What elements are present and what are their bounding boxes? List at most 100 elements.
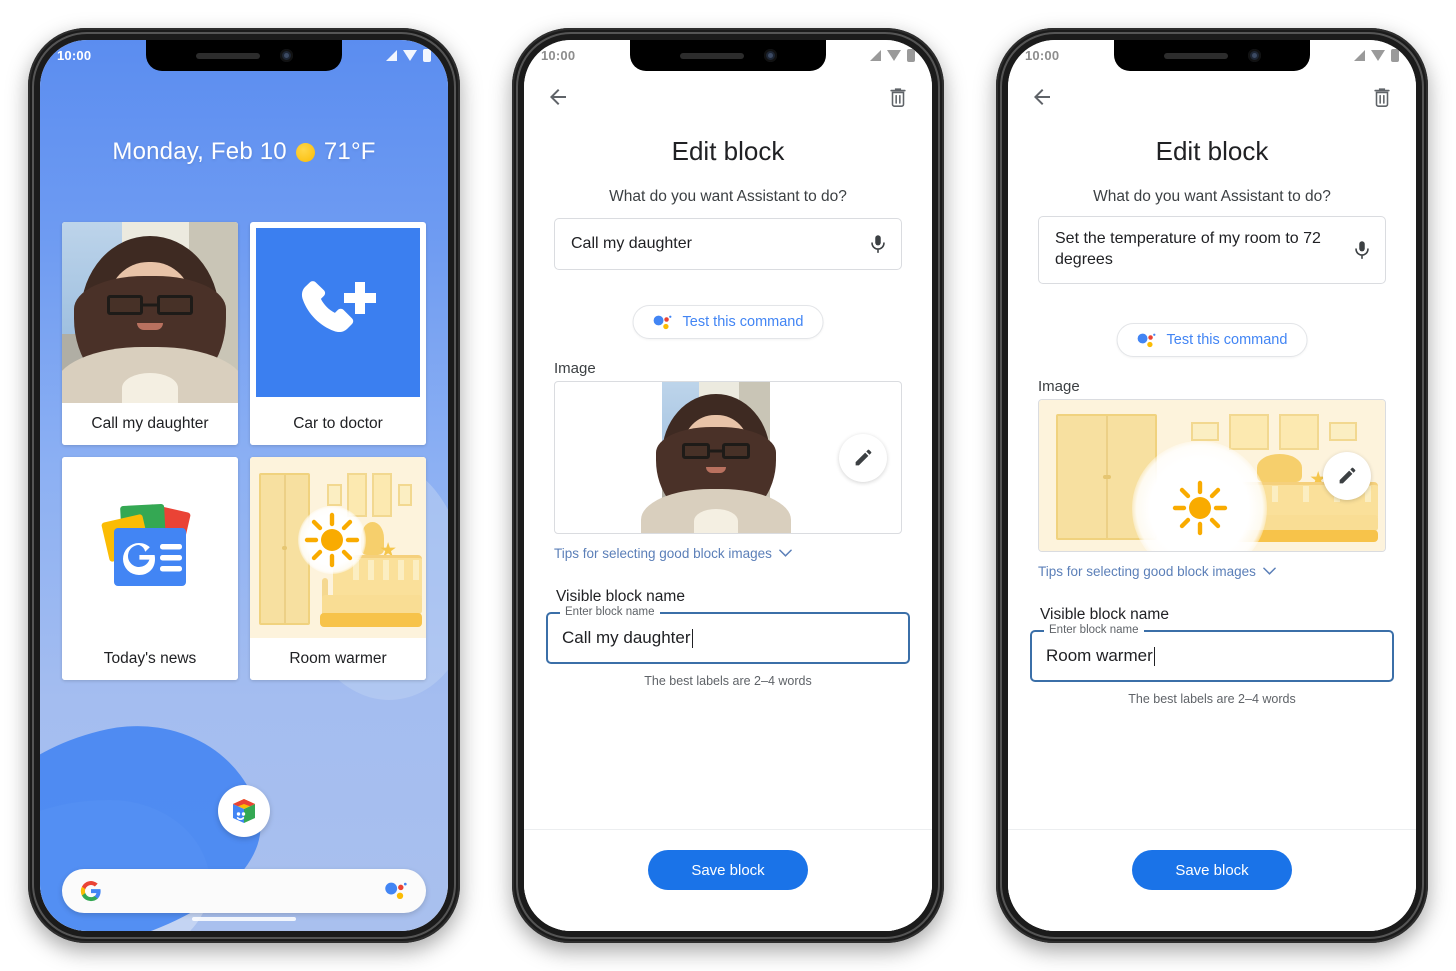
photo-shirt [122, 373, 178, 403]
assistant-icon [653, 315, 672, 329]
bottom-action-bar: Save block [524, 829, 932, 931]
block-name-helper-text: The best labels are 2–4 words [644, 674, 812, 688]
visible-block-name-label: Visible block name [556, 588, 685, 605]
signal-icon [870, 50, 881, 61]
blocks-app-icon[interactable] [218, 785, 270, 837]
card-label: Room warmer [250, 638, 426, 680]
assistant-prompt-label: What do you want Assistant to do? [609, 188, 847, 205]
sun-icon [1172, 481, 1228, 536]
app-toolbar [1008, 71, 1416, 123]
chevron-down-icon [779, 549, 792, 557]
status-time: 10:00 [57, 48, 92, 63]
battery-icon [907, 49, 915, 62]
image-section-label: Image [554, 360, 596, 377]
block-name-input[interactable]: Enter block name Call my daughter [546, 606, 910, 664]
trash-icon[interactable] [882, 81, 914, 113]
block-name-helper-text: The best labels are 2–4 words [1128, 692, 1296, 706]
test-command-button[interactable]: Test this command [1116, 323, 1308, 357]
text-caret [1153, 646, 1156, 666]
block-card-todays-news[interactable]: Today's news [62, 457, 238, 680]
signal-icon [386, 50, 397, 61]
sun-icon [304, 512, 360, 568]
card-media [250, 222, 426, 403]
app-toolbar [524, 71, 932, 123]
phone-home-screen: 10:00 Monday, Feb 10 71°F Call my daught… [28, 28, 460, 943]
display-notch [630, 40, 826, 71]
chevron-down-icon [1263, 567, 1276, 575]
status-icons [1354, 49, 1399, 62]
edit-block-page-2: 10:00 Edit block What do you want Assist… [524, 40, 932, 931]
block-image-preview[interactable] [1038, 399, 1386, 552]
trash-icon[interactable] [1366, 81, 1398, 113]
back-arrow-icon[interactable] [542, 81, 574, 113]
block-card-car-to-doctor[interactable]: Car to doctor [250, 222, 426, 445]
image-section-label: Image [1038, 378, 1080, 395]
block-card-call-my-daughter[interactable]: Call my daughter [62, 222, 238, 445]
front-camera [1247, 49, 1261, 62]
test-command-button[interactable]: Test this command [632, 305, 824, 339]
assistant-icon[interactable] [384, 881, 408, 901]
google-news-icon [101, 503, 191, 586]
bottom-action-bar: Save block [1008, 829, 1416, 931]
assistant-command-input[interactable]: Set the temperature of my room to 72 deg… [1038, 216, 1386, 284]
test-command-label: Test this command [682, 314, 804, 330]
microphone-icon[interactable] [867, 233, 889, 255]
block-name-value: Call my daughter [562, 628, 691, 647]
block-card-room-warmer[interactable]: Room warmer [250, 457, 426, 680]
sun-glow [297, 505, 367, 575]
blocks-cube-icon [233, 799, 255, 823]
status-icons [386, 49, 431, 62]
wifi-icon [887, 50, 901, 61]
block-name-float-label: Enter block name [1044, 624, 1144, 636]
display-notch [1114, 40, 1310, 71]
save-block-button[interactable]: Save block [648, 850, 808, 890]
block-name-value: Room warmer [1046, 646, 1153, 665]
block-card-grid: Call my daughter Car to doctor Today's n… [62, 222, 426, 680]
tips-link[interactable]: Tips for selecting good block images [1038, 564, 1276, 579]
tips-label: Tips for selecting good block images [1038, 564, 1256, 579]
screenshot-stage: 10:00 Monday, Feb 10 71°F Call my daught… [0, 0, 1456, 971]
tips-link[interactable]: Tips for selecting good block images [554, 546, 792, 561]
assistant-icon [1137, 333, 1156, 347]
block-image-preview[interactable] [554, 381, 902, 534]
room-lamp [1257, 454, 1302, 482]
display-notch [146, 40, 342, 71]
photo-woman [62, 222, 238, 403]
home-indicator[interactable] [192, 917, 296, 921]
card-media [250, 457, 426, 638]
screen-2: 10:00 Edit block What do you want Assist… [524, 40, 932, 931]
back-arrow-icon[interactable] [1026, 81, 1058, 113]
phone-plus-icon [301, 280, 376, 332]
assistant-prompt-label: What do you want Assistant to do? [1093, 188, 1331, 205]
sun-icon [295, 142, 315, 162]
room-illustration [250, 457, 426, 638]
card-label: Call my daughter [62, 403, 238, 445]
weather-temperature: 71°F [323, 138, 376, 165]
wifi-icon [403, 50, 417, 61]
assistant-command-value: Set the temperature of my room to 72 deg… [1055, 230, 1321, 268]
photo-smile [137, 323, 163, 331]
tips-label: Tips for selecting good block images [554, 546, 772, 561]
front-camera [279, 49, 293, 62]
block-name-input[interactable]: Enter block name Room warmer [1030, 624, 1394, 682]
microphone-icon[interactable] [1351, 239, 1373, 261]
wifi-icon [1371, 50, 1385, 61]
earpiece-speaker [679, 52, 744, 59]
assistant-command-input[interactable]: Call my daughter [554, 218, 902, 270]
edit-block-page-3: 10:00 Edit block What do you want Assist… [1008, 40, 1416, 931]
battery-icon [1391, 49, 1399, 62]
page-title: Edit block [671, 136, 785, 166]
edit-image-button[interactable] [839, 433, 887, 482]
card-label: Today's news [62, 638, 238, 680]
google-search-bar[interactable] [62, 869, 426, 913]
weather-widget[interactable]: Monday, Feb 10 71°F [40, 138, 448, 166]
weather-date: Monday, Feb 10 [112, 138, 287, 165]
battery-icon [423, 49, 431, 62]
screen-3: 10:00 Edit block What do you want Assist… [1008, 40, 1416, 931]
save-block-button[interactable]: Save block [1132, 850, 1292, 890]
news-tile [62, 457, 238, 638]
status-icons [870, 49, 915, 62]
test-command-label: Test this command [1166, 332, 1288, 348]
edit-image-button[interactable] [1323, 451, 1371, 500]
assistant-command-value: Call my daughter [571, 234, 692, 252]
